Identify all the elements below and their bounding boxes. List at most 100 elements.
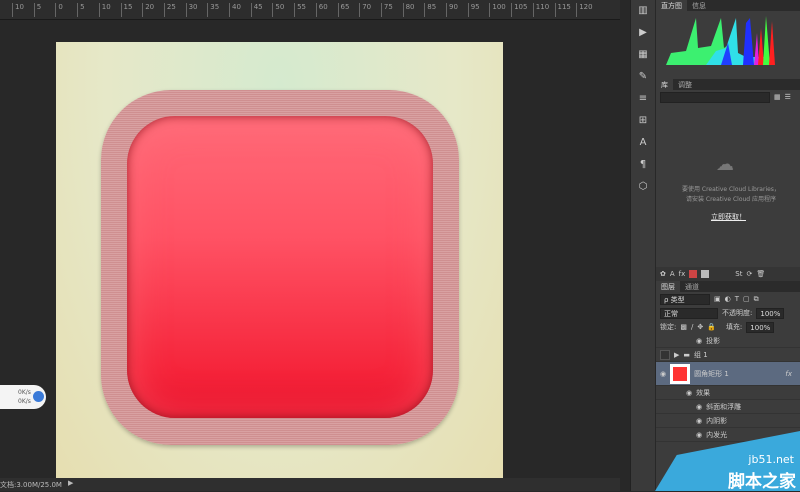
opacity-label: 不透明度: [722, 309, 753, 317]
eye-icon[interactable]: ◉ [686, 389, 692, 397]
get-it-now-link[interactable]: 立即获取！ [711, 212, 746, 222]
panel-icon-strip: ▥ ▶ ▦ ✎ ≡ ⊞ A ¶ ⬡ [630, 0, 655, 491]
document-size: 文档:3.00M/25.0M [0, 481, 62, 489]
ruler-tick: 20 [142, 3, 154, 17]
layer-name: 投影 [706, 336, 721, 345]
document-canvas[interactable] [56, 42, 503, 488]
sync-icon[interactable]: ⟳ [746, 270, 752, 278]
eye-icon[interactable]: ◉ [696, 417, 702, 425]
eye-icon[interactable]: ◉ [696, 431, 702, 439]
grid-view-icon[interactable]: ▦ [774, 93, 781, 101]
layer-name: 内阴影 [706, 416, 728, 425]
tab-histogram[interactable]: 直方图 [656, 0, 687, 11]
eye-icon[interactable]: ◉ [660, 370, 666, 378]
lock-move-icon[interactable]: ✥ [697, 323, 703, 331]
list-view-icon[interactable]: ☰ [785, 93, 791, 101]
ruler-tick: 85 [424, 3, 436, 17]
layer-name: 组 1 [694, 350, 708, 359]
download-speed: 0K/s [18, 398, 31, 405]
ruler-tick: 25 [163, 3, 176, 17]
add-text-icon[interactable]: A [670, 270, 675, 278]
layer-effect-bevel[interactable]: ◉ 斜面和浮雕 [656, 400, 800, 414]
rounded-frame [101, 90, 459, 445]
canvas-area[interactable] [0, 20, 620, 488]
ruler-tick: 120 [576, 3, 593, 17]
folder-icon: ▬ [683, 350, 691, 359]
ruler-tick: 75 [380, 3, 393, 17]
ruler-tick: 35 [207, 3, 219, 17]
layer-group-1[interactable]: ▶ ▬ 组 1 [656, 348, 800, 362]
ruler-tick: 0 [55, 3, 63, 17]
add-graphic-icon[interactable]: ✿ [660, 270, 666, 278]
filter-shape-icon[interactable]: ▢ [743, 295, 750, 303]
ruler-tick: 10 [12, 3, 24, 17]
ruler-tick: 10 [98, 3, 111, 17]
status-menu-arrow-icon[interactable]: ▶ [68, 479, 73, 487]
filter-smart-icon[interactable]: ⧉ [754, 295, 759, 304]
layer-effect-drop-shadow[interactable]: ◉ 投影 [656, 334, 800, 348]
library-select[interactable] [660, 91, 770, 103]
layer-filter-select[interactable]: ρ 类型 [660, 293, 710, 305]
opacity-input[interactable]: 100% [756, 307, 785, 319]
lock-all-icon[interactable]: 🔒 [707, 323, 716, 331]
library-toolbar: ✿ Afx St ⟳ 🗑 [656, 267, 800, 281]
expand-arrow-icon[interactable]: ▶ [674, 351, 679, 359]
type-icon[interactable]: A [631, 132, 655, 154]
ruler-tick: 105 [511, 3, 527, 17]
library-content: ☁ 要使用 Creative Cloud Libraries， 请安装 Crea… [656, 104, 800, 267]
adjust-icon[interactable]: ≡ [631, 88, 655, 110]
visibility-toggle[interactable] [660, 349, 670, 360]
filter-type-icon[interactable]: T [735, 295, 739, 303]
ruler-tick: 50 [272, 3, 284, 17]
stock-icon[interactable]: St [735, 270, 742, 278]
layer-name: 效果 [696, 388, 711, 397]
add-style-icon[interactable]: fx [679, 270, 686, 278]
tab-library[interactable]: 库 [656, 79, 673, 90]
layer-name: 圆角矩形 1 [694, 369, 729, 378]
fx-badge[interactable]: fx [785, 370, 792, 378]
blend-mode-select[interactable]: 正常 [660, 307, 718, 319]
eye-icon[interactable]: ◉ [696, 403, 702, 411]
ruler-tick: 45 [250, 3, 263, 17]
status-bar: 文档:3.00M/25.0M ▶ [0, 478, 620, 491]
network-widget: 0K/s 0K/s [0, 385, 46, 409]
foreground-color-icon[interactable] [689, 270, 698, 278]
upload-speed: 0K/s [18, 389, 31, 396]
trash-icon[interactable]: 🗑 [756, 270, 765, 278]
tab-channels[interactable]: 通道 [680, 281, 704, 292]
layer-effect-inner-shadow[interactable]: ◉ 内阴影 [656, 414, 800, 428]
horizontal-ruler: 10 5 0 5 10 15 20 25 30 35 40 45 50 55 60 65 70 75 80 85 90 9… [0, 0, 620, 20]
tab-layers[interactable]: 图层 [656, 281, 680, 292]
tab-adjustments[interactable]: 调整 [673, 79, 697, 90]
clone-icon[interactable]: ⊞ [631, 110, 655, 132]
lock-pixels-icon[interactable]: ▩ [680, 323, 687, 331]
tab-info[interactable]: 信息 [687, 0, 711, 11]
ruler-tick: 80 [402, 3, 415, 17]
layer-name: 斜面和浮雕 [706, 402, 742, 411]
ruler-tick: 115 [554, 3, 571, 17]
3d-icon[interactable]: ⬡ [631, 176, 655, 198]
watermark-name: 脚本之家 [728, 472, 796, 492]
fill-input[interactable]: 100% [746, 321, 775, 333]
red-rounded-rectangle [127, 116, 433, 418]
brush-icon[interactable]: ✎ [631, 66, 655, 88]
play-icon[interactable]: ▶ [631, 22, 655, 44]
ruler-tick: 5 [33, 3, 41, 17]
filter-pixel-icon[interactable]: ▣ [714, 295, 721, 303]
ruler-tick: 5 [77, 3, 85, 17]
layer-thumbnail [670, 363, 691, 384]
eye-icon[interactable]: ◉ [696, 337, 702, 345]
layer-rounded-rect-1[interactable]: ◉ 圆角矩形 1 fx [656, 362, 800, 386]
lock-paint-icon[interactable]: / [691, 323, 693, 331]
background-color-icon[interactable] [701, 270, 710, 278]
swatches-icon[interactable]: ▦ [631, 44, 655, 66]
paragraph-icon[interactable]: ¶ [631, 154, 655, 176]
ruler-tick: 65 [337, 3, 349, 17]
fill-label: 填充: [725, 323, 743, 331]
ruler-tick: 30 [185, 3, 198, 17]
ruler-tick: 15 [120, 3, 132, 17]
histogram-icon[interactable]: ▥ [631, 0, 655, 22]
layer-effects[interactable]: ◉ 效果 [656, 386, 800, 400]
watermark-url: jb51.net [748, 453, 794, 466]
filter-adjust-icon[interactable]: ◐ [725, 295, 731, 303]
